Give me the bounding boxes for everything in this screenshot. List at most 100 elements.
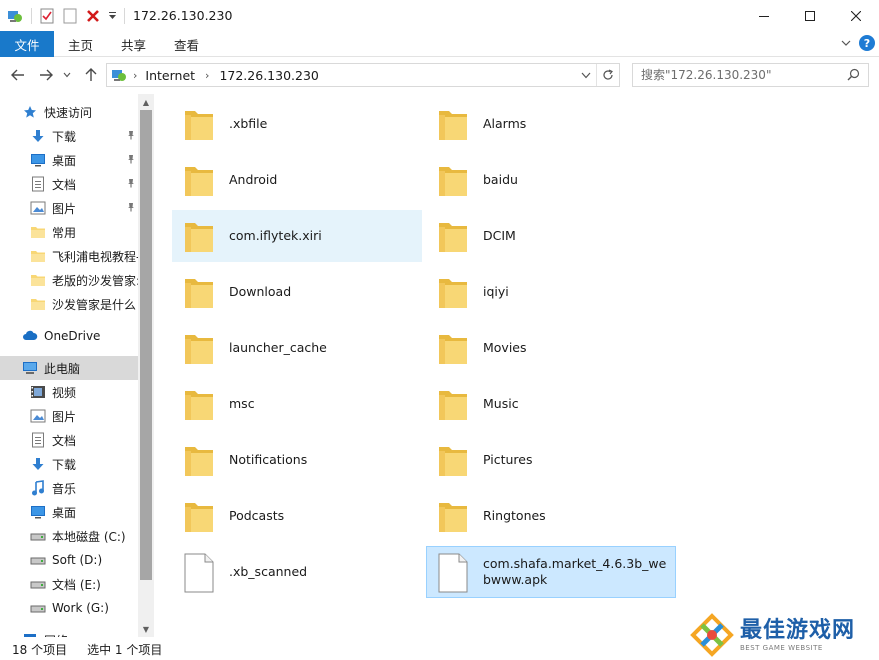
nav-item-label: 文档 (E:) — [52, 577, 101, 592]
address-bar[interactable]: › Internet › 172.26.130.230 — [106, 63, 620, 87]
chevron-down-icon — [63, 72, 71, 78]
folder-item[interactable]: iqiyi — [426, 266, 676, 318]
file-item[interactable]: .xb_scanned — [172, 546, 422, 598]
folder-item[interactable]: Android — [172, 154, 422, 206]
folder-item[interactable]: DCIM — [426, 210, 676, 262]
folder-icon — [437, 443, 469, 479]
nav-item-label: 下载 — [52, 457, 77, 472]
maximize-button[interactable] — [787, 0, 833, 31]
nav-item[interactable]: 桌面 — [0, 148, 138, 172]
window-controls — [741, 0, 879, 31]
nav-item[interactable]: 飞利浦电视教程- — [0, 244, 138, 268]
nav-item[interactable]: Work (G:) — [0, 596, 138, 620]
nav-item[interactable]: 文档 — [0, 172, 138, 196]
nav-item[interactable]: 此电脑 — [0, 356, 138, 380]
pin-icon — [126, 153, 136, 167]
properties-icon[interactable] — [38, 7, 56, 25]
folder-item[interactable]: Notifications — [172, 434, 422, 486]
delete-icon[interactable] — [84, 7, 102, 25]
nav-item[interactable]: Soft (D:) — [0, 548, 138, 572]
nav-item[interactable]: 图片 — [0, 196, 138, 220]
nav-item[interactable]: 本地磁盘 (C:) — [0, 524, 138, 548]
nav-item[interactable]: 视频 — [0, 380, 138, 404]
scroll-down-icon[interactable]: ▼ — [138, 621, 154, 637]
navigation-pane: 快速访问 下载 桌面 文档 图片 常用 飞利浦电视教程- 老版的沙发管家: 沙发管家是什么 One… — [0, 94, 154, 637]
folder-item[interactable]: .xbfile — [172, 98, 422, 150]
folder-item[interactable]: Pictures — [426, 434, 676, 486]
scrollbar-thumb[interactable] — [140, 110, 152, 580]
scroll-up-icon[interactable]: ▲ — [138, 94, 154, 110]
file-icon — [437, 553, 469, 593]
search-input[interactable] — [633, 65, 838, 85]
file-name: msc — [229, 396, 255, 411]
desktop-icon — [30, 504, 46, 520]
network-location-icon[interactable] — [6, 7, 24, 25]
nav-item[interactable]: 音乐 — [0, 476, 138, 500]
address-history-chevron-icon[interactable] — [576, 72, 596, 79]
folder-item[interactable]: Music — [426, 378, 676, 430]
folder-item[interactable]: launcher_cache — [172, 322, 422, 374]
nav-item-label: 网络 — [44, 632, 68, 638]
ribbon-tabs: 文件 主页 共享 查看 ? — [0, 31, 879, 57]
nav-item[interactable]: 常用 — [0, 220, 138, 244]
nav-item[interactable]: 文档 (E:) — [0, 572, 138, 596]
nav-item[interactable]: 快速访问 — [0, 100, 138, 124]
drive-icon — [30, 600, 46, 616]
folder-item[interactable]: com.iflytek.xiri — [172, 210, 422, 262]
nav-item-label: Work (G:) — [52, 601, 109, 615]
search-icon[interactable] — [847, 68, 860, 84]
nav-item[interactable]: 网络 — [0, 628, 138, 637]
item-count: 18 个项目 — [12, 642, 68, 657]
folder-icon — [30, 224, 46, 240]
forward-button[interactable] — [37, 66, 55, 84]
drive-icon — [30, 528, 46, 544]
breadcrumb-internet[interactable]: Internet — [145, 68, 195, 83]
customize-toolbar-dropdown-icon[interactable] — [107, 7, 117, 25]
breadcrumb-chevron-icon[interactable]: › — [205, 69, 209, 82]
breadcrumb-chevron-icon[interactable]: › — [133, 69, 137, 82]
tab-file[interactable]: 文件 — [0, 31, 54, 57]
folder-item[interactable]: Ringtones — [426, 490, 676, 542]
recent-locations-button[interactable] — [62, 66, 72, 84]
minimize-button[interactable] — [741, 0, 787, 31]
file-name: com.iflytek.xiri — [229, 228, 322, 243]
folder-item[interactable]: msc — [172, 378, 422, 430]
nav-item[interactable]: 下载 — [0, 124, 138, 148]
folder-icon — [30, 296, 46, 312]
folder-item[interactable]: Download — [172, 266, 422, 318]
refresh-icon[interactable] — [597, 69, 619, 81]
navigation-scrollbar[interactable]: ▲ ▼ — [138, 94, 154, 637]
search-box[interactable] — [632, 63, 869, 87]
breadcrumb-current[interactable]: 172.26.130.230 — [219, 68, 318, 83]
folder-item[interactable]: Podcasts — [172, 490, 422, 542]
nav-item[interactable]: 图片 — [0, 404, 138, 428]
folder-item[interactable]: Alarms — [426, 98, 676, 150]
picture-icon — [30, 408, 46, 424]
expand-ribbon-chevron-icon[interactable] — [841, 38, 851, 48]
tab-share[interactable]: 共享 — [121, 31, 146, 57]
nav-item[interactable]: OneDrive — [0, 324, 138, 348]
help-icon[interactable]: ? — [859, 35, 875, 51]
tab-home[interactable]: 主页 — [68, 31, 93, 57]
nav-item[interactable]: 老版的沙发管家: — [0, 268, 138, 292]
nav-item[interactable]: 下载 — [0, 452, 138, 476]
new-item-icon[interactable] — [61, 7, 79, 25]
music-icon — [30, 480, 46, 496]
nav-item[interactable]: 桌面 — [0, 500, 138, 524]
up-button[interactable] — [82, 66, 100, 84]
folder-item[interactable]: baidu — [426, 154, 676, 206]
nav-item-label: 图片 — [52, 409, 77, 424]
file-item[interactable]: com.shafa.market_4.6.3b_webwww.apk — [426, 546, 676, 598]
close-icon — [851, 10, 861, 21]
cloud-icon — [22, 328, 38, 344]
close-button[interactable] — [833, 0, 879, 31]
window-title: 172.26.130.230 — [133, 8, 233, 23]
drive-icon — [30, 576, 46, 592]
download-arrow-icon — [30, 456, 46, 472]
folder-item[interactable]: Movies — [426, 322, 676, 374]
back-button[interactable] — [9, 66, 27, 84]
tab-view[interactable]: 查看 — [174, 31, 199, 57]
nav-item[interactable]: 文档 — [0, 428, 138, 452]
nav-item-label: 文档 — [52, 177, 77, 192]
nav-item[interactable]: 沙发管家是什么 — [0, 292, 138, 316]
